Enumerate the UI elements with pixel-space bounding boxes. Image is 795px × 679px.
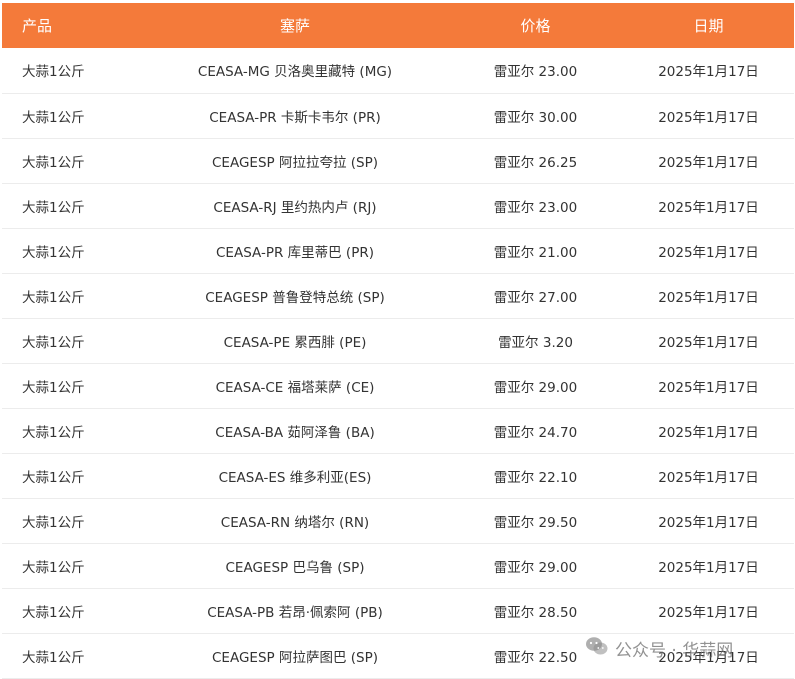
cell-product: 大蒜1公斤 <box>2 633 142 679</box>
cell-market: CEASA-RJ 里约热内卢 (RJ) <box>142 183 448 229</box>
cell-price: 雷亚尔 22.10 <box>448 453 623 499</box>
cell-market: CEASA-MG 贝洛奥里藏特 (MG) <box>142 48 448 94</box>
cell-date: 2025年1月17日 <box>623 633 794 679</box>
table-row: 大蒜1公斤 CEAGESP 普鲁登特总统 (SP) 雷亚尔 27.00 2025… <box>2 273 794 319</box>
cell-product: 大蒜1公斤 <box>2 453 142 499</box>
cell-product: 大蒜1公斤 <box>2 93 142 139</box>
table-header: 产品 塞萨 价格 日期 <box>2 3 794 48</box>
table-row: 大蒜1公斤 CEAGESP 阿拉拉夸拉 (SP) 雷亚尔 26.25 2025年… <box>2 138 794 184</box>
cell-price: 雷亚尔 26.25 <box>448 138 623 184</box>
table-row: 大蒜1公斤 CEASA-PR 库里蒂巴 (PR) 雷亚尔 21.00 2025年… <box>2 228 794 274</box>
table-row: 大蒜1公斤 CEASA-CE 福塔莱萨 (CE) 雷亚尔 29.00 2025年… <box>2 363 794 409</box>
table-row: 大蒜1公斤 CEASA-RN 纳塔尔 (RN) 雷亚尔 29.50 2025年1… <box>2 498 794 544</box>
header-row: 产品 塞萨 价格 日期 <box>2 3 794 48</box>
price-table: 产品 塞萨 价格 日期 大蒜1公斤 CEASA-MG 贝洛奥里藏特 (MG) 雷… <box>2 3 794 679</box>
cell-product: 大蒜1公斤 <box>2 408 142 454</box>
cell-price: 雷亚尔 23.00 <box>448 183 623 229</box>
table-row: 大蒜1公斤 CEASA-PR 卡斯卡韦尔 (PR) 雷亚尔 30.00 2025… <box>2 93 794 139</box>
cell-date: 2025年1月17日 <box>623 453 794 499</box>
table-row: 大蒜1公斤 CEASA-PE 累西腓 (PE) 雷亚尔 3.20 2025年1月… <box>2 318 794 364</box>
table-row: 大蒜1公斤 CEAGESP 阿拉萨图巴 (SP) 雷亚尔 22.50 2025年… <box>2 633 794 679</box>
cell-product: 大蒜1公斤 <box>2 318 142 364</box>
table-row: 大蒜1公斤 CEASA-PB 若昂·佩索阿 (PB) 雷亚尔 28.50 202… <box>2 588 794 634</box>
cell-date: 2025年1月17日 <box>623 93 794 139</box>
cell-market: CEASA-PR 卡斯卡韦尔 (PR) <box>142 93 448 139</box>
cell-product: 大蒜1公斤 <box>2 588 142 634</box>
table-row: 大蒜1公斤 CEASA-ES 维多利亚(ES) 雷亚尔 22.10 2025年1… <box>2 453 794 499</box>
cell-date: 2025年1月17日 <box>623 588 794 634</box>
cell-price: 雷亚尔 28.50 <box>448 588 623 634</box>
cell-product: 大蒜1公斤 <box>2 273 142 319</box>
cell-date: 2025年1月17日 <box>623 318 794 364</box>
cell-price: 雷亚尔 24.70 <box>448 408 623 454</box>
price-table-page: 产品 塞萨 价格 日期 大蒜1公斤 CEASA-MG 贝洛奥里藏特 (MG) 雷… <box>0 0 795 679</box>
table-body: 大蒜1公斤 CEASA-MG 贝洛奥里藏特 (MG) 雷亚尔 23.00 202… <box>2 48 794 679</box>
header-market: 塞萨 <box>279 17 310 35</box>
cell-market: CEASA-PE 累西腓 (PE) <box>142 318 448 364</box>
cell-product: 大蒜1公斤 <box>2 228 142 274</box>
cell-product: 大蒜1公斤 <box>2 48 142 94</box>
header-product: 产品 <box>22 17 53 35</box>
cell-date: 2025年1月17日 <box>623 498 794 544</box>
cell-market: CEAGESP 阿拉萨图巴 (SP) <box>142 633 448 679</box>
cell-market: CEASA-CE 福塔莱萨 (CE) <box>142 363 448 409</box>
cell-date: 2025年1月17日 <box>623 363 794 409</box>
cell-price: 雷亚尔 21.00 <box>448 228 623 274</box>
cell-date: 2025年1月17日 <box>623 138 794 184</box>
table-row: 大蒜1公斤 CEASA-RJ 里约热内卢 (RJ) 雷亚尔 23.00 2025… <box>2 183 794 229</box>
cell-market: CEAGESP 普鲁登特总统 (SP) <box>142 273 448 319</box>
cell-price: 雷亚尔 29.00 <box>448 543 623 589</box>
cell-product: 大蒜1公斤 <box>2 183 142 229</box>
cell-market: CEASA-PR 库里蒂巴 (PR) <box>142 228 448 274</box>
cell-market: CEASA-ES 维多利亚(ES) <box>142 453 448 499</box>
cell-price: 雷亚尔 29.00 <box>448 363 623 409</box>
cell-product: 大蒜1公斤 <box>2 363 142 409</box>
header-price: 价格 <box>520 17 551 35</box>
cell-market: CEAGESP 巴乌鲁 (SP) <box>142 543 448 589</box>
cell-market: CEASA-PB 若昂·佩索阿 (PB) <box>142 588 448 634</box>
cell-market: CEASA-BA 茹阿泽鲁 (BA) <box>142 408 448 454</box>
header-date: 日期 <box>693 17 724 35</box>
cell-product: 大蒜1公斤 <box>2 138 142 184</box>
cell-price: 雷亚尔 29.50 <box>448 498 623 544</box>
cell-date: 2025年1月17日 <box>623 48 794 94</box>
cell-price: 雷亚尔 23.00 <box>448 48 623 94</box>
cell-date: 2025年1月17日 <box>623 543 794 589</box>
table-row: 大蒜1公斤 CEASA-MG 贝洛奥里藏特 (MG) 雷亚尔 23.00 202… <box>2 48 794 94</box>
table-row: 大蒜1公斤 CEASA-BA 茹阿泽鲁 (BA) 雷亚尔 24.70 2025年… <box>2 408 794 454</box>
cell-date: 2025年1月17日 <box>623 408 794 454</box>
cell-price: 雷亚尔 22.50 <box>448 633 623 679</box>
cell-date: 2025年1月17日 <box>623 183 794 229</box>
cell-market: CEAGESP 阿拉拉夸拉 (SP) <box>142 138 448 184</box>
cell-market: CEASA-RN 纳塔尔 (RN) <box>142 498 448 544</box>
cell-price: 雷亚尔 30.00 <box>448 93 623 139</box>
cell-price: 雷亚尔 3.20 <box>448 318 623 364</box>
cell-date: 2025年1月17日 <box>623 273 794 319</box>
cell-date: 2025年1月17日 <box>623 228 794 274</box>
table-row: 大蒜1公斤 CEAGESP 巴乌鲁 (SP) 雷亚尔 29.00 2025年1月… <box>2 543 794 589</box>
cell-price: 雷亚尔 27.00 <box>448 273 623 319</box>
cell-product: 大蒜1公斤 <box>2 543 142 589</box>
cell-product: 大蒜1公斤 <box>2 498 142 544</box>
